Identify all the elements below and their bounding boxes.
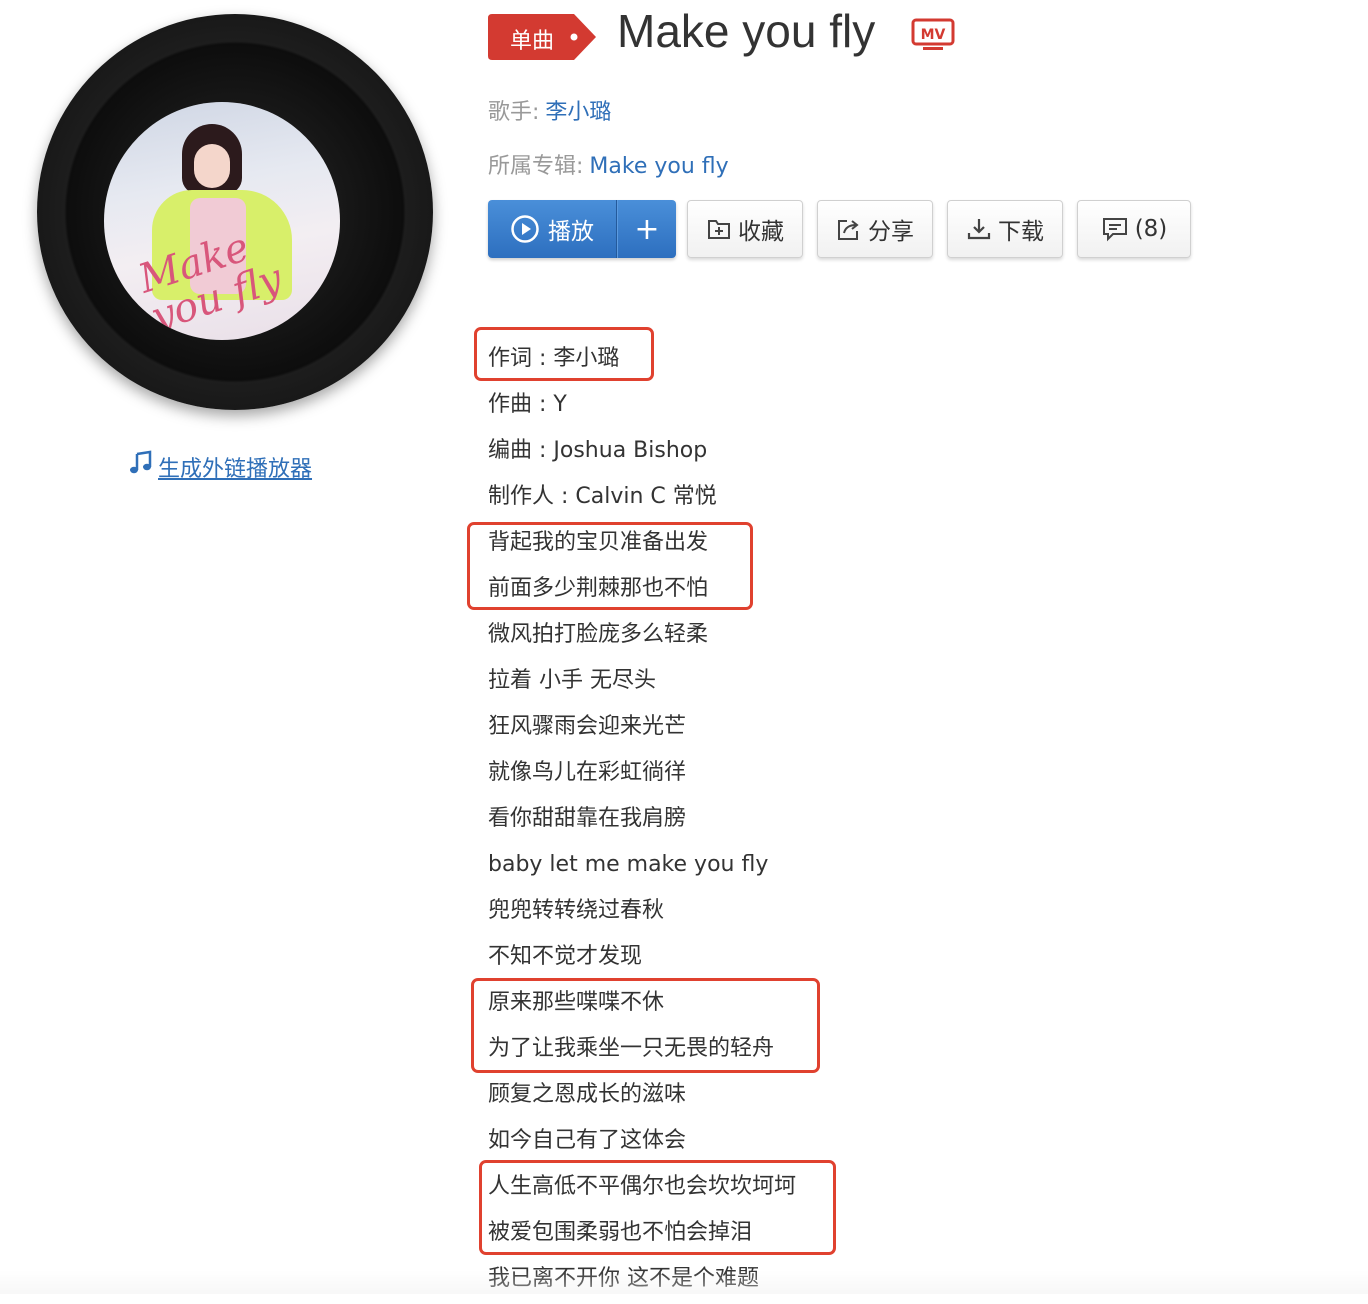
album-label: 所属专辑: [488, 154, 584, 179]
highlight-box [479, 1160, 836, 1255]
favorite-button[interactable]: 收藏 [687, 200, 803, 258]
album-link[interactable]: Make you fly [589, 154, 728, 179]
lyric-line: 不知不觉才发现 [488, 944, 643, 969]
download-button-label: 下载 [998, 219, 1044, 245]
play-icon [511, 215, 539, 243]
folder-add-icon [708, 220, 730, 239]
play-button-label: 播放 [548, 219, 594, 245]
lyric-line: 如今自己有了这体会 [488, 1128, 687, 1153]
lyric-line: 就像鸟儿在彩虹徜徉 [488, 760, 687, 785]
singer-link[interactable]: 李小璐 [545, 100, 611, 125]
bottom-fade [0, 1270, 1368, 1294]
highlight-box [467, 522, 753, 610]
singer-row: 歌手: 李小璐 [488, 94, 611, 126]
comments-button[interactable]: (8) [1077, 200, 1191, 258]
lyric-line: 编曲 : Joshua Bishop [488, 438, 708, 463]
song-title: Make you fly [617, 5, 876, 57]
single-badge: 单曲 [488, 14, 596, 60]
comments-count: (8) [1134, 216, 1168, 242]
share-button-label: 分享 [868, 219, 914, 245]
lyrics-block: 作词 : 李小璐 作曲 : Y 编曲 : Joshua Bishop 制作人 :… [488, 334, 796, 1300]
singer-label: 歌手: [488, 100, 540, 125]
album-cover: Make you fly [104, 102, 340, 340]
lyric-line: 微风拍打脸庞多么轻柔 [488, 622, 709, 647]
lyric-line: 制作人 : Calvin C 常悦 [488, 484, 717, 509]
share-button[interactable]: 分享 [817, 200, 933, 258]
generate-player-link[interactable]: 生成外链播放器 [128, 450, 312, 483]
highlight-box [471, 978, 820, 1073]
lyric-line: 拉着 小手 无尽头 [488, 668, 656, 693]
lyric-line: 兜兜转转绕过春秋 [488, 898, 665, 923]
lyric-line: baby let me make you fly [488, 852, 769, 877]
lyric-line: 看你甜甜靠在我肩膀 [488, 806, 687, 831]
download-button[interactable]: 下载 [947, 200, 1063, 258]
single-badge-label: 单曲 [510, 29, 555, 54]
play-button[interactable]: 播放 [488, 200, 617, 258]
play-button-group: 播放 + [488, 200, 676, 258]
download-icon [967, 219, 991, 240]
generate-player-link-label: 生成外链播放器 [158, 457, 313, 482]
album-row: 所属专辑: Make you fly [488, 148, 729, 180]
lyric-line: 狂风骤雨会迎来光芒 [488, 714, 687, 739]
mv-icon[interactable]: MV [911, 18, 955, 52]
lyric-line: 顾复之恩成长的滋味 [488, 1082, 687, 1107]
cover-figure-face [194, 144, 230, 188]
favorite-button-label: 收藏 [738, 219, 784, 245]
svg-text:MV: MV [921, 27, 946, 43]
music-note-icon [128, 450, 154, 482]
add-to-playlist-button[interactable]: + [617, 200, 676, 258]
share-icon [838, 220, 859, 240]
lyric-line: 作曲 : Y [488, 392, 567, 417]
comment-icon [1102, 218, 1127, 242]
highlight-box [474, 327, 654, 381]
